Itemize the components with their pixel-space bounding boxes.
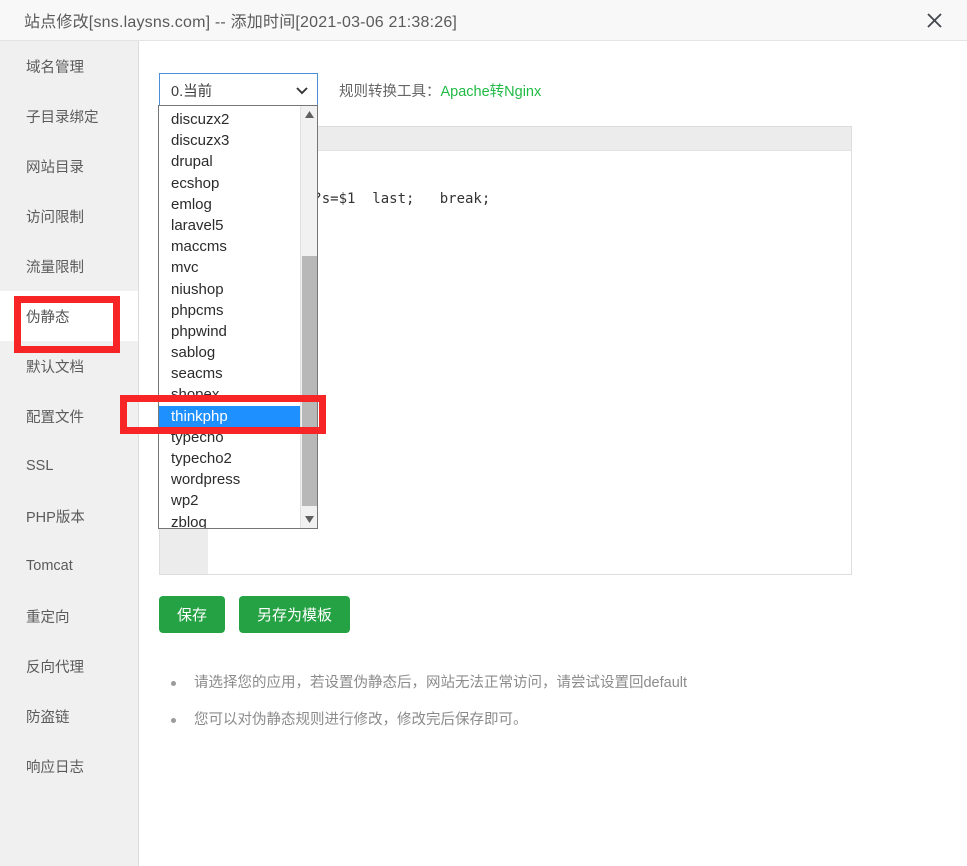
- dropdown-option[interactable]: discuzx2: [159, 109, 302, 130]
- apache-to-nginx-link[interactable]: Apache转Nginx: [441, 80, 542, 101]
- dropdown-option[interactable]: niushop: [159, 279, 302, 300]
- dropdown-option[interactable]: zblog: [159, 512, 302, 529]
- converter-label: 规则转换工具：: [339, 80, 441, 101]
- site-edit-window: 站点修改[sns.laysns.com] -- 添加时间[2021-03-06 …: [0, 0, 967, 866]
- dropdown-option[interactable]: laravel5: [159, 215, 302, 236]
- rewrite-toolbar: 0.当前 规则转换工具： Apache转Nginx: [159, 73, 541, 107]
- sidebar-item-label: SSL: [26, 458, 53, 474]
- sidebar-item-label: 配置文件: [26, 406, 84, 427]
- select-value: 0.当前: [171, 80, 295, 101]
- dropdown-option[interactable]: wordpress: [159, 469, 302, 490]
- dropdown-option[interactable]: maccms: [159, 236, 302, 257]
- sidebar-item-rewrite[interactable]: 伪静态: [0, 291, 138, 341]
- bullet-icon: [171, 681, 176, 686]
- sidebar-item-logs[interactable]: 响应日志: [0, 741, 138, 791]
- sidebar-item-label: 伪静态: [26, 306, 70, 327]
- rewrite-template-dropdown[interactable]: discuzx2discuzx3drupalecshopemloglaravel…: [158, 105, 318, 529]
- editor-gutter: [160, 526, 208, 574]
- bullet-icon: [171, 718, 176, 723]
- sidebar-item-webdir[interactable]: 网站目录: [0, 141, 138, 191]
- sidebar-item-subdir[interactable]: 子目录绑定: [0, 91, 138, 141]
- sidebar-item-access[interactable]: 访问限制: [0, 191, 138, 241]
- dropdown-option[interactable]: emlog: [159, 194, 302, 215]
- dropdown-option[interactable]: mvc: [159, 257, 302, 278]
- note-text: 请选择您的应用，若设置伪静态后，网站无法正常访问，请尝试设置回default: [194, 671, 687, 696]
- sidebar-item-label: Tomcat: [26, 558, 73, 574]
- scrollbar-thumb[interactable]: [302, 256, 317, 506]
- dropdown-option[interactable]: phpwind: [159, 321, 302, 342]
- sidebar-item-label: 反向代理: [26, 656, 84, 677]
- list-item: 您可以对伪静态规则进行修改，修改完后保存即可。: [165, 708, 925, 733]
- sidebar-item-tomcat[interactable]: Tomcat: [0, 541, 138, 591]
- dropdown-option[interactable]: typecho: [159, 427, 302, 448]
- window-titlebar: 站点修改[sns.laysns.com] -- 添加时间[2021-03-06 …: [0, 0, 967, 41]
- sidebar-item-redirect[interactable]: 重定向: [0, 591, 138, 641]
- help-notes: 请选择您的应用，若设置伪静态后，网站无法正常访问，请尝试设置回default 您…: [165, 671, 925, 745]
- sidebar-item-label: 子目录绑定: [26, 106, 99, 127]
- sidebar-item-ssl[interactable]: SSL: [0, 441, 138, 491]
- sidebar-item-label: PHP版本: [26, 506, 85, 527]
- sidebar-item-label: 重定向: [26, 606, 70, 627]
- dropdown-scrollbar[interactable]: [300, 106, 317, 528]
- sidebar-item-label: 响应日志: [26, 756, 84, 777]
- dropdown-option-list[interactable]: discuzx2discuzx3drupalecshopemloglaravel…: [159, 106, 302, 528]
- sidebar-item-label: 默认文档: [26, 356, 84, 377]
- sidebar-item-traffic[interactable]: 流量限制: [0, 241, 138, 291]
- sidebar-item-label: 防盗链: [26, 706, 70, 727]
- sidebar-item-label: 域名管理: [26, 56, 84, 77]
- dropdown-option[interactable]: discuzx3: [159, 130, 302, 151]
- sidebar-item-configfile[interactable]: 配置文件: [0, 391, 138, 441]
- sidebar-item-label: 流量限制: [26, 256, 84, 277]
- sidebar-item-label: 网站目录: [26, 156, 84, 177]
- save-as-template-button[interactable]: 另存为模板: [239, 596, 350, 633]
- dropdown-option[interactable]: seacms: [159, 363, 302, 384]
- dropdown-option[interactable]: sablog: [159, 342, 302, 363]
- triangle-down-icon[interactable]: [301, 511, 318, 528]
- dropdown-option[interactable]: wp2: [159, 490, 302, 511]
- sidebar-item-domain[interactable]: 域名管理: [0, 41, 138, 91]
- close-icon[interactable]: [917, 3, 951, 37]
- page-title: 站点修改[sns.laysns.com] -- 添加时间[2021-03-06 …: [24, 8, 457, 32]
- chevron-down-icon: [295, 83, 309, 97]
- sidebar-item-phpversion[interactable]: PHP版本: [0, 491, 138, 541]
- note-text: 您可以对伪静态规则进行修改，修改完后保存即可。: [194, 708, 528, 733]
- save-button[interactable]: 保存: [159, 596, 225, 633]
- dropdown-option[interactable]: typecho2: [159, 448, 302, 469]
- rewrite-template-select[interactable]: 0.当前: [159, 73, 318, 107]
- dropdown-option[interactable]: ecshop: [159, 173, 302, 194]
- sidebar-item-proxy[interactable]: 反向代理: [0, 641, 138, 691]
- sidebar-item-antileech[interactable]: 防盗链: [0, 691, 138, 741]
- triangle-up-icon[interactable]: [301, 106, 318, 123]
- sidebar: 域名管理 子目录绑定 网站目录 访问限制 流量限制 伪静态 默认文档 配置文件 …: [0, 41, 139, 866]
- sidebar-item-defaultdoc[interactable]: 默认文档: [0, 341, 138, 391]
- dropdown-option[interactable]: shopex: [159, 384, 302, 405]
- list-item: 请选择您的应用，若设置伪静态后，网站无法正常访问，请尝试设置回default: [165, 671, 925, 696]
- dropdown-option[interactable]: phpcms: [159, 300, 302, 321]
- sidebar-item-label: 访问限制: [26, 206, 84, 227]
- dropdown-option[interactable]: drupal: [159, 151, 302, 172]
- dropdown-option-selected[interactable]: thinkphp: [159, 406, 302, 427]
- action-buttons: 保存 另存为模板: [159, 596, 350, 633]
